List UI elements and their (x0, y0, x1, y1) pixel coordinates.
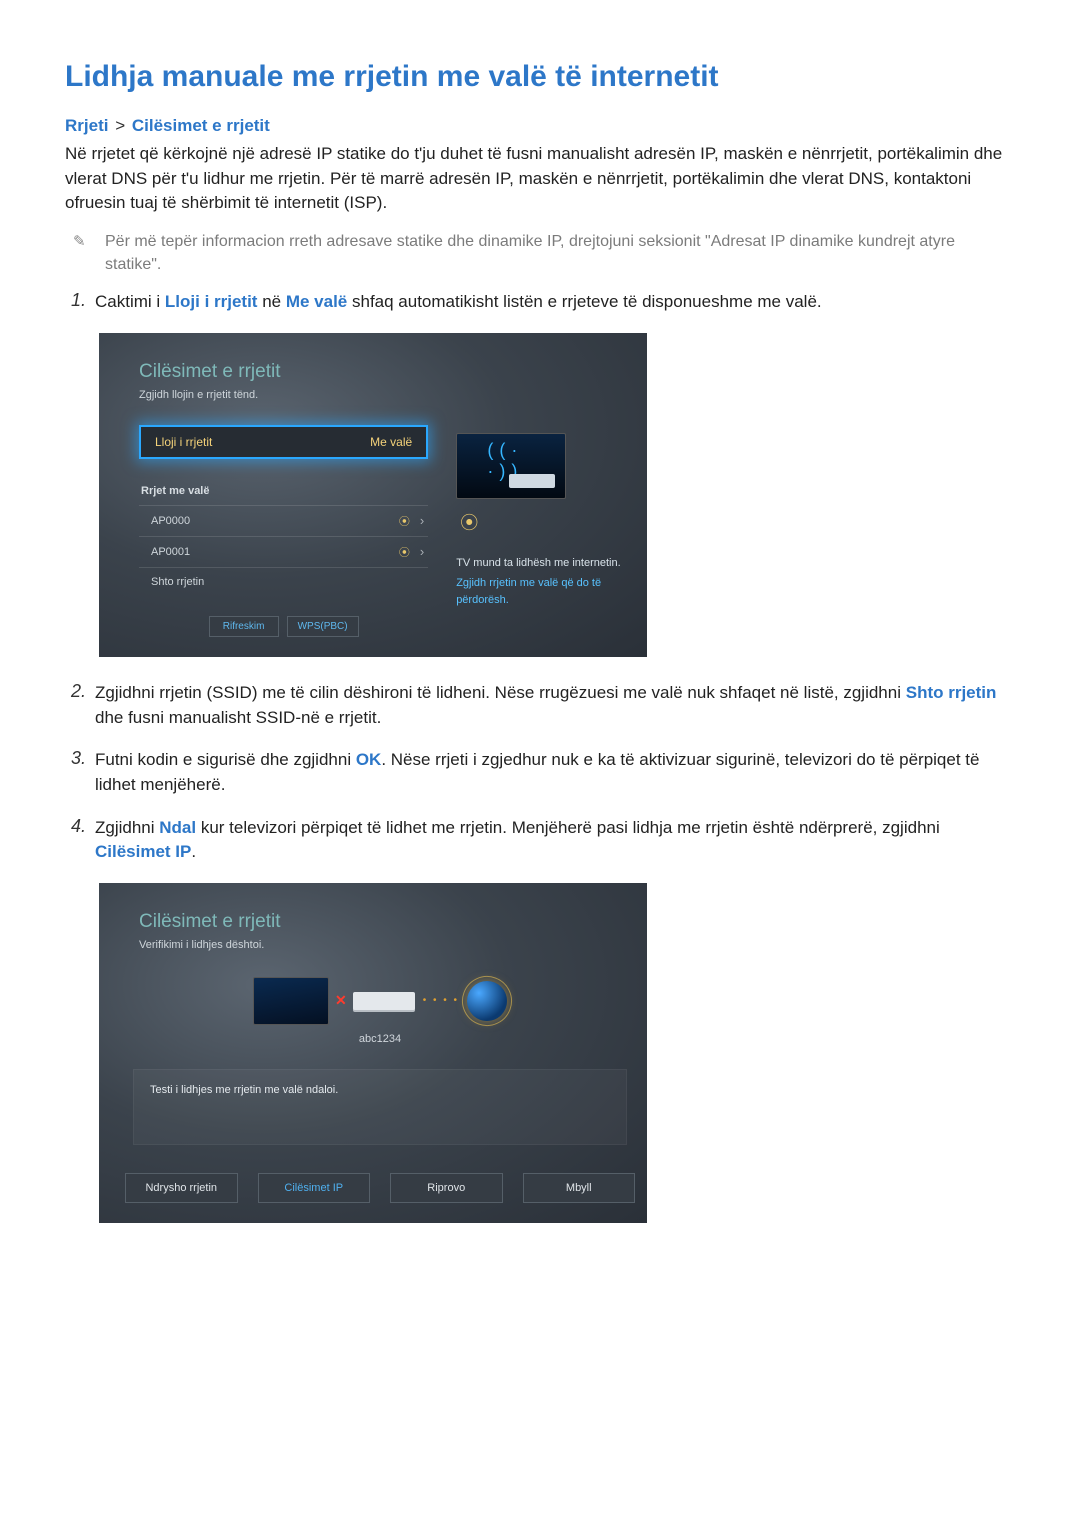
refresh-button[interactable]: Rifreskim (209, 616, 279, 637)
kw-network-type: Lloji i rrjetit (165, 292, 258, 311)
tv-illustration: ((· ·)) (456, 433, 566, 499)
network-type-label: Lloji i rrjetit (155, 435, 212, 449)
step-4: 4. Zgjidhni Ndal kur televizori përpiqet… (65, 816, 1015, 865)
kw-wireless: Me valë (286, 292, 347, 311)
panel2-subtitle: Verifikimi i lidhjes dështoi. (139, 939, 621, 951)
network-type-value: Me valë (370, 435, 412, 449)
intro-text: Në rrjetet që kërkojnë një adresë IP sta… (65, 142, 1015, 216)
breadcrumb-b[interactable]: Cilësimet e rrjetit (132, 116, 270, 135)
breadcrumb-sep: > (115, 116, 125, 135)
wifi-signal-icon: ⦿ (399, 513, 410, 529)
wifi-ssid: AP0000 (151, 515, 190, 527)
note: ✎ Për më tepër informacion rreth adresav… (65, 230, 1015, 276)
panel1-subtitle: Zgjidh llojin e rrjetit tënd. (139, 389, 621, 401)
step-3: 3. Futni kodin e sigurisë dhe zgjidhni O… (65, 748, 1015, 797)
breadcrumb: Rrjeti > Cilësimet e rrjetit (65, 116, 1015, 136)
panel2-title: Cilësimet e rrjetit (139, 911, 621, 933)
kw-ok: OK (356, 750, 382, 769)
step-number: 1. (65, 290, 95, 311)
wireless-list-header: Rrjet me valë (139, 481, 428, 506)
step-number: 4. (65, 816, 95, 837)
step-1: 1. Caktimi i Lloji i rrjetit në Me valë … (65, 290, 1015, 315)
router-icon (353, 992, 415, 1010)
note-text: Për më tepër informacion rreth adresave … (91, 230, 1015, 276)
router-icon (509, 474, 555, 488)
chevron-right-icon: › (420, 544, 424, 559)
step-2: 2. Zgjidhni rrjetin (SSID) me të cilin d… (65, 681, 1015, 730)
x-fail-icon: ✕ (335, 992, 347, 1009)
breadcrumb-a[interactable]: Rrjeti (65, 116, 108, 135)
pencil-icon: ✎ (73, 232, 91, 250)
page-title: Lidhja manuale me rrjetin me valë të int… (65, 60, 1015, 94)
chevron-right-icon: › (420, 513, 424, 528)
network-settings-panel-2: Cilësimet e rrjetit Verifikimi i lidhjes… (99, 883, 647, 1223)
wifi-item-0[interactable]: AP0000 ⦿ › (139, 506, 428, 537)
router-label: abc1234 (139, 1033, 621, 1045)
step-number: 2. (65, 681, 95, 702)
tv-icon (253, 977, 329, 1025)
change-network-button[interactable]: Ndrysho rrjetin (125, 1173, 238, 1203)
wifi-signal-icon: ⦿ (399, 544, 410, 560)
network-type-selector[interactable]: Lloji i rrjetit Me valë (139, 425, 428, 459)
status-message: Testi i lidhjes me rrjetin me valë ndalo… (133, 1069, 627, 1145)
step-number: 3. (65, 748, 95, 769)
kw-stop: Ndal (159, 818, 196, 837)
globe-icon (467, 981, 507, 1021)
panel1-title: Cilësimet e rrjetit (139, 361, 621, 383)
connection-diagram: ✕ • • • • (139, 977, 621, 1025)
wps-button[interactable]: WPS(PBC) (287, 616, 359, 637)
dots-icon: • • • • (423, 995, 459, 1006)
kw-add-network: Shto rrjetin (906, 683, 997, 702)
kw-ip-settings: Cilësimet IP (95, 842, 191, 861)
retry-button[interactable]: Riprovo (390, 1173, 503, 1203)
close-button[interactable]: Mbyll (523, 1173, 636, 1203)
wifi-item-1[interactable]: AP0001 ⦿ › (139, 537, 428, 568)
panel1-caption: TV mund ta lidhësh me internetin. Zgjidh… (456, 555, 621, 609)
network-settings-panel-1: Cilësimet e rrjetit Zgjidh llojin e rrje… (99, 333, 647, 657)
add-network-item[interactable]: Shto rrjetin (139, 568, 428, 596)
ip-settings-button[interactable]: Cilësimet IP (258, 1173, 371, 1203)
wifi-ssid: AP0001 (151, 546, 190, 558)
wifi-icon: ⦿ (460, 509, 478, 535)
